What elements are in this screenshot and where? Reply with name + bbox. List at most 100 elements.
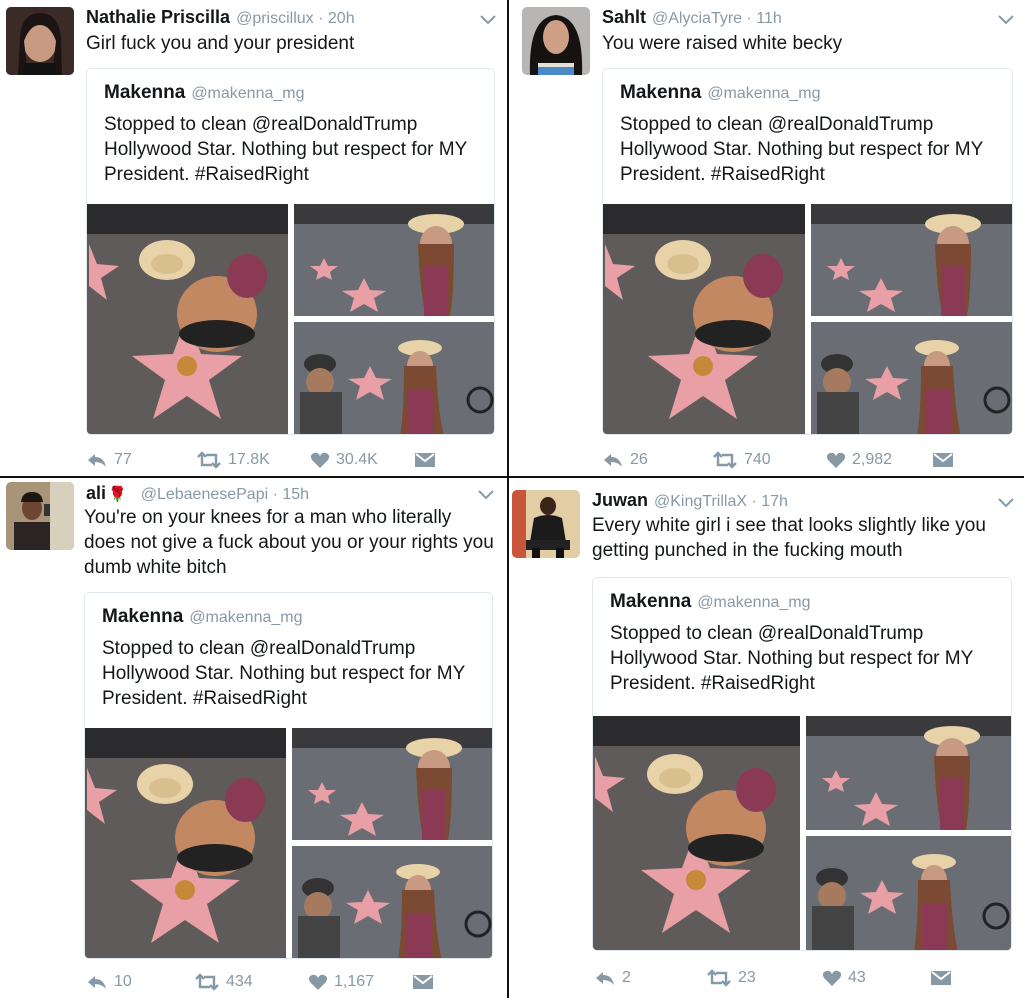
tweet-actions: 2 23 43 (594, 969, 1004, 991)
tweet-card[interactable]: Juwan @KingTrillaX · 17h Every white girl… (510, 478, 1024, 998)
user-handle[interactable]: @KingTrillaX (654, 493, 747, 510)
quoted-tweet[interactable]: Makenna @makenna_mg Stopped to clean @rea… (86, 68, 495, 435)
retweet-count: 23 (738, 969, 756, 986)
quoted-user-name[interactable]: Makenna (620, 82, 701, 103)
tweet-time[interactable]: 11h (756, 10, 782, 27)
media-photo-main[interactable] (603, 204, 805, 434)
user-name[interactable]: Nathalie Priscilla (86, 7, 230, 27)
like-action[interactable]: 30.4K (310, 451, 378, 469)
like-count: 43 (848, 969, 866, 986)
retweet-icon[interactable] (196, 451, 222, 469)
avatar[interactable] (6, 7, 74, 75)
quoted-tweet-text: Stopped to clean @realDonaldTrump Hollyw… (104, 114, 467, 185)
tweet-card[interactable]: ali 🌹 @LebaenesePapi · 15h You're on your … (0, 478, 506, 998)
direct-message-icon[interactable] (932, 451, 954, 469)
media-photo-top-right[interactable] (806, 716, 1011, 830)
user-name[interactable]: ali (86, 483, 106, 503)
quoted-user-name[interactable]: Makenna (104, 82, 185, 103)
dm-action[interactable] (930, 969, 952, 987)
like-icon[interactable] (310, 451, 330, 469)
media-photo-bottom-right[interactable] (292, 846, 492, 958)
retweet-icon[interactable] (194, 973, 220, 991)
direct-message-icon[interactable] (412, 973, 434, 991)
chevron-down-icon[interactable] (476, 487, 496, 501)
media-photo-main[interactable] (87, 204, 288, 434)
media-photo-bottom-right[interactable] (806, 836, 1011, 950)
reply-count: 2 (622, 969, 631, 986)
tweet-time[interactable]: 17h (761, 493, 788, 510)
user-name[interactable]: Sahlt (602, 7, 646, 27)
reply-icon[interactable] (86, 973, 108, 991)
media-photo-top-right[interactable] (294, 204, 494, 316)
user-handle[interactable]: @AlyciaTyre (652, 10, 742, 27)
quoted-media[interactable] (85, 728, 492, 958)
media-photo-main[interactable] (593, 716, 800, 950)
like-action[interactable]: 43 (822, 969, 866, 987)
tweet-time[interactable]: 20h (328, 10, 355, 27)
reply-count: 77 (114, 451, 132, 468)
quoted-user-handle[interactable]: @makenna_mg (697, 594, 810, 611)
avatar[interactable] (6, 482, 74, 550)
tweet-header: ali 🌹 @LebaenesePapi · 15h (86, 483, 310, 503)
retweet-action[interactable]: 740 (712, 451, 771, 469)
media-photo-top-right[interactable] (811, 204, 1012, 316)
retweet-action[interactable]: 23 (706, 969, 756, 987)
tweet-card[interactable]: Nathalie Priscilla @priscillux · 20h Girl… (0, 0, 506, 475)
quoted-user-handle[interactable]: @makenna_mg (189, 609, 302, 626)
reply-action[interactable]: 77 (86, 451, 132, 469)
reply-action[interactable]: 2 (594, 969, 631, 987)
quoted-media[interactable] (593, 716, 1011, 950)
user-name[interactable]: Juwan (592, 490, 648, 510)
media-photo-bottom-right[interactable] (294, 322, 494, 434)
retweet-count: 434 (226, 973, 253, 990)
reply-icon[interactable] (594, 969, 616, 987)
quoted-user-handle[interactable]: @makenna_mg (707, 85, 820, 102)
quoted-tweet[interactable]: Makenna @makenna_mg Stopped to clean @rea… (84, 592, 493, 959)
direct-message-icon[interactable] (414, 451, 436, 469)
user-handle[interactable]: @LebaenesePapi (141, 486, 268, 503)
tweet-time[interactable]: 15h (282, 486, 309, 503)
like-action[interactable]: 2,982 (826, 451, 892, 469)
quoted-user-name[interactable]: Makenna (610, 591, 691, 612)
dm-action[interactable] (412, 973, 434, 991)
quoted-tweet[interactable]: Makenna @makenna_mg Stopped to clean @rea… (592, 577, 1012, 951)
quoted-tweet[interactable]: Makenna @makenna_mg Stopped to clean @rea… (602, 68, 1013, 435)
media-photo-bottom-right[interactable] (811, 322, 1012, 434)
chevron-down-icon[interactable] (478, 12, 498, 26)
like-icon[interactable] (308, 973, 328, 991)
reply-count: 10 (114, 973, 132, 990)
reply-count: 26 (630, 451, 648, 468)
reply-icon[interactable] (86, 451, 108, 469)
quoted-user-handle[interactable]: @makenna_mg (191, 85, 304, 102)
like-icon[interactable] (826, 451, 846, 469)
tweet-card[interactable]: Sahlt @AlyciaTyre · 11h You were raised w… (510, 0, 1024, 475)
retweet-count: 740 (744, 451, 771, 468)
avatar[interactable] (512, 490, 580, 558)
retweet-icon[interactable] (712, 451, 738, 469)
tweet-header: Sahlt @AlyciaTyre · 11h (602, 7, 782, 27)
like-count: 1,167 (334, 973, 375, 990)
avatar[interactable] (522, 7, 590, 75)
reply-icon[interactable] (602, 451, 624, 469)
media-photo-main[interactable] (85, 728, 286, 958)
like-action[interactable]: 1,167 (308, 973, 374, 991)
retweet-icon[interactable] (706, 969, 732, 987)
media-photo-top-right[interactable] (292, 728, 492, 840)
retweet-action[interactable]: 434 (194, 973, 253, 991)
reply-action[interactable]: 10 (86, 973, 132, 991)
user-handle[interactable]: @priscillux (236, 10, 314, 27)
direct-message-icon[interactable] (930, 969, 952, 987)
chevron-down-icon[interactable] (996, 495, 1016, 509)
quoted-media[interactable] (87, 204, 494, 434)
dm-action[interactable] (414, 451, 436, 469)
tweet-actions: 77 17.8K 30.4K (86, 451, 496, 473)
quoted-tweet-text: Stopped to clean @realDonaldTrump Hollyw… (610, 623, 973, 694)
dm-action[interactable] (932, 451, 954, 469)
reply-action[interactable]: 26 (602, 451, 648, 469)
like-count: 30.4K (336, 451, 378, 468)
retweet-action[interactable]: 17.8K (196, 451, 270, 469)
quoted-media[interactable] (603, 204, 1012, 434)
like-icon[interactable] (822, 969, 842, 987)
chevron-down-icon[interactable] (996, 12, 1016, 26)
quoted-user-name[interactable]: Makenna (102, 606, 183, 627)
